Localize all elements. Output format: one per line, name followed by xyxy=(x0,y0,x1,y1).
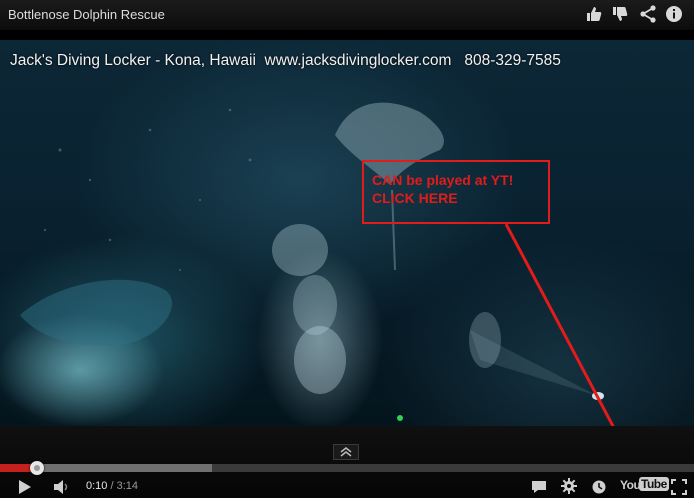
time-separator: / xyxy=(107,480,117,492)
play-icon[interactable] xyxy=(16,478,34,496)
fullscreen-icon[interactable] xyxy=(670,478,688,496)
video-banner-text: Jack's Diving Locker - Kona, Hawaii www.… xyxy=(10,52,561,69)
annotation-box[interactable]: CAN be played at YT! CLICK HERE xyxy=(362,160,550,224)
annotation-text[interactable]: CAN be played at YT! CLICK HERE xyxy=(372,171,548,207)
title-bar: Bottlenose Dolphin Rescue xyxy=(0,0,694,30)
captions-icon[interactable] xyxy=(530,478,548,496)
scrubber-handle[interactable] xyxy=(29,461,44,475)
video-player: Bottlenose Dolphin Rescue Jack's Diving … xyxy=(0,0,694,498)
total-time: 3:14 xyxy=(116,480,139,492)
thumbs-up-icon[interactable] xyxy=(584,4,604,24)
youtube-logo[interactable]: You Tube xyxy=(620,477,669,494)
info-icon[interactable] xyxy=(664,4,684,24)
current-time: 0:10 xyxy=(86,480,108,492)
youtube-logo-you: You xyxy=(620,478,641,492)
expand-chevron-icon[interactable] xyxy=(333,444,359,460)
video-frame[interactable]: Jack's Diving Locker - Kona, Hawaii www.… xyxy=(0,40,694,426)
underwater-scene xyxy=(20,102,604,421)
share-icon[interactable] xyxy=(638,4,658,24)
settings-gear-icon[interactable] xyxy=(560,477,578,495)
progress-bar[interactable] xyxy=(0,461,694,475)
watch-later-icon[interactable] xyxy=(590,478,608,496)
time-display: 0:10 / 3:14 xyxy=(86,480,138,492)
youtube-logo-tube: Tube xyxy=(639,477,669,491)
volume-icon[interactable] xyxy=(52,478,72,496)
thumbs-down-icon[interactable] xyxy=(610,4,630,24)
control-bar: 0:10 / 3:14 You Tube xyxy=(0,426,694,498)
video-title[interactable]: Bottlenose Dolphin Rescue xyxy=(8,7,165,22)
